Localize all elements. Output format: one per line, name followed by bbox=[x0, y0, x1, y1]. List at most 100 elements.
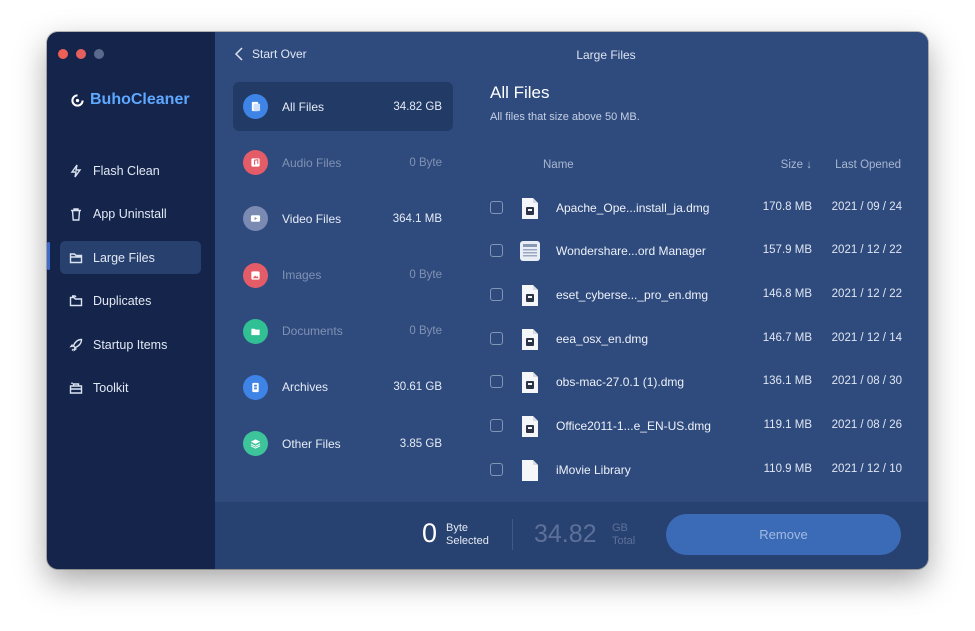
sidebar-item-startup-items[interactable]: Startup Items bbox=[60, 328, 201, 361]
category-archives[interactable]: Archives 30.61 GB bbox=[233, 363, 453, 412]
category-other-files[interactable]: Other Files 3.85 GB bbox=[233, 419, 453, 468]
video-icon bbox=[243, 206, 268, 232]
file-list-panel: Large Files All Files All files that siz… bbox=[474, 32, 928, 502]
sidebar-item-toolkit[interactable]: Toolkit bbox=[60, 372, 201, 405]
file-last-opened: 2021 / 12 / 10 bbox=[831, 462, 902, 475]
remove-button[interactable]: Remove bbox=[666, 514, 901, 555]
category-size: 3.85 GB bbox=[399, 437, 442, 450]
bolt-icon bbox=[70, 164, 82, 177]
footer-divider bbox=[512, 519, 513, 550]
disk-image-icon bbox=[522, 328, 538, 350]
table-row[interactable]: Apache_Ope...install_ja.dmg 170.8 MB 2021 … bbox=[474, 186, 928, 230]
file-list[interactable]: Apache_Ope...n-US.dmg.zip175.2 MB2021 / … bbox=[474, 175, 928, 502]
sidebar: BuhoCleaner Flash Clean App Uninstall La… bbox=[47, 32, 215, 569]
toolbox-icon bbox=[69, 382, 83, 394]
file-size: 146.8 MB bbox=[762, 288, 812, 301]
active-nav-indicator bbox=[47, 242, 50, 270]
file-last-opened: 2021 / 08 / 30 bbox=[831, 375, 902, 388]
sidebar-item-label: Toolkit bbox=[93, 381, 129, 395]
file-last-opened: 2021 / 12 / 22 bbox=[831, 244, 902, 257]
row-checkbox[interactable] bbox=[490, 375, 503, 389]
disk-image-icon bbox=[522, 285, 538, 307]
layers-icon bbox=[243, 431, 268, 457]
row-checkbox[interactable] bbox=[490, 288, 503, 302]
window-title: Large Files bbox=[576, 48, 636, 62]
category-name: Audio Files bbox=[282, 155, 342, 170]
category-video-files[interactable]: Video Files 364.1 MB bbox=[233, 194, 453, 243]
sidebar-item-label: Duplicates bbox=[93, 294, 152, 308]
file-name: iMovie Library bbox=[556, 462, 631, 477]
selected-size-unit: Byte bbox=[446, 522, 469, 534]
file-rows: Apache_Ope...n-US.dmg.zip175.2 MB2021 / … bbox=[474, 175, 928, 492]
column-header-name[interactable]: Name bbox=[543, 159, 574, 171]
file-size: 136.1 MB bbox=[762, 375, 812, 388]
disk-image-icon bbox=[522, 197, 538, 219]
footer-bar: 0 Byte Selected 34.82 GB Total Remove bbox=[215, 502, 928, 569]
row-checkbox[interactable] bbox=[490, 331, 503, 345]
file-name: eea_osx_en.dmg bbox=[556, 331, 649, 346]
app-logo: BuhoCleaner bbox=[71, 91, 190, 109]
minimize-window-button[interactable] bbox=[76, 49, 86, 59]
table-row[interactable]: Apache_Ope...n-US.dmg.zip175.2 MB2021 / … bbox=[474, 175, 928, 186]
sidebar-item-label: Startup Items bbox=[93, 337, 168, 352]
column-header-last-opened[interactable]: Last Opened bbox=[835, 159, 901, 171]
file-last-opened: 2021 / 09 / 24 bbox=[831, 200, 902, 213]
table-row[interactable]: obs-mac-27.0.1 (1).dmg 136.1 MB 2021 / 08 … bbox=[474, 360, 928, 404]
file-size: 170.8 MB bbox=[762, 200, 812, 213]
archive-icon bbox=[243, 374, 268, 400]
sidebar-item-duplicates[interactable]: Duplicates bbox=[60, 285, 201, 318]
sidebar-item-app-uninstall[interactable]: App Uninstall bbox=[60, 198, 201, 231]
disk-image-icon bbox=[520, 175, 540, 176]
category-size: 0 Byte bbox=[409, 269, 442, 282]
file-name: eset_cyberse..._pro_en.dmg bbox=[556, 288, 709, 303]
buho-logo-icon bbox=[71, 93, 84, 107]
document-icon bbox=[243, 318, 268, 344]
file-size: 146.7 MB bbox=[762, 331, 812, 344]
category-name: Archives bbox=[282, 380, 329, 395]
column-header-size[interactable]: Size ↓ bbox=[781, 159, 812, 171]
category-audio-files[interactable]: Audio Files 0 Byte bbox=[233, 138, 453, 187]
category-list: All Files 34.82 GB Audio Files 0 Byte Vi… bbox=[233, 82, 453, 475]
trash-icon bbox=[71, 208, 81, 221]
file-name: obs-mac-27.0.1 (1).dmg bbox=[556, 375, 685, 390]
zoom-window-button[interactable] bbox=[94, 49, 104, 59]
image-icon bbox=[243, 262, 268, 288]
table-row[interactable]: iMovie Library 110.9 MB 2021 / 12 / 10 bbox=[474, 448, 928, 492]
all-files-icon bbox=[243, 94, 268, 119]
total-size-unit: GB bbox=[612, 522, 628, 534]
category-name: Documents bbox=[282, 324, 343, 339]
file-last-opened: 2021 / 08 / 26 bbox=[831, 419, 902, 432]
table-row[interactable]: Wondershare...ord Manager 157.9 MB 2021 / … bbox=[474, 229, 928, 273]
disk-image-icon bbox=[522, 372, 538, 394]
table-row[interactable]: eset_cyberse..._pro_en.dmg 146.8 MB 2021 /… bbox=[474, 273, 928, 317]
category-name: Other Files bbox=[282, 436, 341, 451]
close-window-button[interactable] bbox=[58, 49, 68, 59]
category-documents[interactable]: Documents 0 Byte bbox=[233, 307, 453, 356]
folder-stack-icon bbox=[69, 295, 83, 307]
selected-size-label: Byte Selected bbox=[446, 522, 489, 548]
category-panel: Start Over All Files 34.82 GB Audio File… bbox=[215, 32, 474, 502]
file-last-opened: 2021 / 12 / 22 bbox=[831, 288, 902, 301]
file-name: Wondershare...ord Manager bbox=[556, 244, 706, 259]
row-checkbox[interactable] bbox=[490, 200, 503, 214]
sidebar-item-label: Flash Clean bbox=[93, 163, 160, 178]
category-name: Images bbox=[282, 268, 322, 283]
row-checkbox[interactable] bbox=[490, 462, 503, 476]
sidebar-item-flash-clean[interactable]: Flash Clean bbox=[60, 154, 201, 187]
table-row[interactable]: eea_osx_en.dmg 146.7 MB 2021 / 12 / 14 bbox=[474, 317, 928, 361]
table-row[interactable]: Office2011-1...e_EN-US.dmg 119.1 MB 2021 /… bbox=[474, 404, 928, 448]
category-images[interactable]: Images 0 Byte bbox=[233, 251, 453, 300]
category-size: 0 Byte bbox=[409, 156, 442, 169]
sidebar-item-label: Large Files bbox=[93, 250, 155, 265]
row-checkbox[interactable] bbox=[490, 244, 503, 258]
file-size: 157.9 MB bbox=[762, 244, 812, 257]
file-size: 110.9 MB bbox=[763, 462, 812, 475]
sidebar-item-large-files[interactable]: Large Files bbox=[60, 241, 201, 274]
page-title: All Files bbox=[490, 83, 550, 102]
category-name: All Files bbox=[282, 99, 325, 114]
file-name: Apache_Ope...install_ja.dmg bbox=[556, 200, 710, 215]
category-all-files[interactable]: All Files 34.82 GB bbox=[233, 82, 453, 131]
start-over-button[interactable]: Start Over bbox=[235, 47, 307, 61]
row-checkbox[interactable] bbox=[490, 419, 503, 433]
file-size: 119.1 MB bbox=[763, 419, 812, 432]
